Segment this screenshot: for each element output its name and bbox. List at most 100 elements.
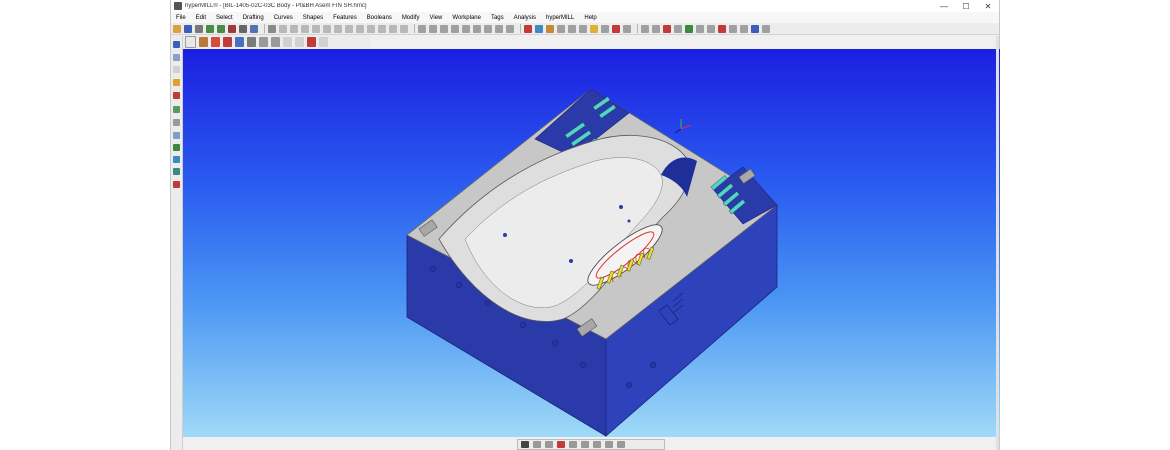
fillet-icon[interactable] [295, 36, 304, 47]
tool-icon[interactable] [612, 24, 620, 33]
circle-icon[interactable] [301, 24, 309, 33]
tool-icon[interactable] [568, 24, 576, 33]
menu-workplane[interactable]: Workplane [447, 15, 486, 21]
tool-icon[interactable] [451, 24, 459, 33]
curve-icon[interactable] [312, 24, 320, 33]
menu-curves[interactable]: Curves [269, 15, 298, 21]
color-tool-icon[interactable] [173, 79, 180, 86]
pan-icon[interactable] [268, 24, 276, 33]
menu-tags[interactable]: Tags [486, 15, 509, 21]
tool-icon[interactable] [729, 24, 737, 33]
shade-icon[interactable] [334, 24, 342, 33]
save-icon[interactable] [184, 24, 192, 33]
tool-icon[interactable] [623, 24, 631, 33]
section-view-icon[interactable] [545, 441, 553, 448]
menu-view[interactable]: View [424, 15, 447, 21]
tool-icon[interactable] [601, 24, 609, 33]
document-icon[interactable] [185, 35, 196, 48]
redo-icon[interactable] [217, 24, 225, 33]
zoom-view-icon[interactable] [605, 441, 613, 448]
folder-icon[interactable] [211, 36, 220, 47]
tool-icon[interactable] [663, 24, 671, 33]
wire-view-icon[interactable] [533, 441, 541, 448]
tool-icon[interactable] [557, 24, 565, 33]
select-tool-icon[interactable] [173, 41, 180, 48]
rotate-icon[interactable] [250, 24, 258, 33]
tool-icon[interactable] [751, 24, 759, 33]
grid-tool-icon[interactable] [173, 66, 180, 73]
wireframe-icon[interactable] [345, 24, 353, 33]
menu-modify[interactable]: Modify [397, 15, 425, 21]
tool-icon[interactable] [707, 24, 715, 33]
tool-icon[interactable] [429, 24, 437, 33]
fit-view-icon[interactable] [617, 441, 625, 448]
menu-booleans[interactable]: Booleans [362, 15, 397, 21]
shaded-view-icon[interactable] [521, 441, 529, 448]
line-icon[interactable] [279, 24, 287, 33]
tool-icon[interactable] [462, 24, 470, 33]
minimize-button[interactable]: — [933, 2, 955, 11]
tool-icon[interactable] [641, 24, 649, 33]
tool-icon[interactable] [674, 24, 682, 33]
check-tool-icon[interactable] [173, 144, 180, 151]
layer-tool-icon[interactable] [173, 106, 180, 113]
tool-icon[interactable] [762, 24, 770, 33]
3d-viewport[interactable] [183, 49, 1000, 437]
menu-select[interactable]: Select [211, 15, 238, 21]
solid-icon[interactable] [307, 36, 316, 47]
shape-icon[interactable] [223, 36, 232, 47]
tool-icon[interactable] [440, 24, 448, 33]
tool-icon[interactable] [652, 24, 660, 33]
menu-hypermill[interactable]: hyperMILL [541, 15, 579, 21]
point-view-icon[interactable] [581, 441, 589, 448]
filter-tool-icon[interactable] [173, 119, 180, 126]
scale-icon[interactable] [271, 36, 280, 47]
tool-icon[interactable] [484, 24, 492, 33]
menu-help[interactable]: Help [579, 15, 601, 21]
print-icon[interactable] [195, 24, 203, 33]
book-icon[interactable] [199, 36, 208, 47]
cube-icon[interactable] [235, 36, 244, 47]
menu-edit[interactable]: Edit [191, 15, 211, 21]
wrench-icon[interactable] [259, 36, 268, 47]
undo-icon[interactable] [206, 24, 214, 33]
settings-icon[interactable] [400, 24, 408, 33]
view-tool-icon[interactable] [173, 54, 180, 61]
tool-icon[interactable] [495, 24, 503, 33]
zoom-icon[interactable] [239, 24, 247, 33]
select-icon[interactable] [228, 24, 236, 33]
grid-icon[interactable] [319, 36, 328, 47]
tool-icon[interactable] [506, 24, 514, 33]
transform-icon[interactable] [247, 36, 256, 47]
tool-icon[interactable] [740, 24, 748, 33]
info-tool-icon[interactable] [173, 156, 180, 163]
layer-icon[interactable] [356, 24, 364, 33]
menu-features[interactable]: Features [328, 15, 362, 21]
cancel-tool-icon[interactable] [173, 181, 180, 188]
tool-icon[interactable] [696, 24, 704, 33]
arc-tool-icon[interactable] [283, 36, 292, 47]
tool-icon[interactable] [524, 24, 532, 33]
check-icon[interactable] [389, 24, 397, 33]
arc-icon[interactable] [290, 24, 298, 33]
delete-icon[interactable] [378, 24, 386, 33]
menu-file[interactable]: File [171, 15, 191, 21]
snap-tool-icon[interactable] [173, 132, 180, 139]
tool-icon[interactable] [546, 24, 554, 33]
pen-view-icon[interactable] [569, 441, 577, 448]
tool-icon[interactable] [535, 24, 543, 33]
tool-icon[interactable] [685, 24, 693, 33]
tool-icon[interactable] [473, 24, 481, 33]
menu-drafting[interactable]: Drafting [238, 15, 269, 21]
open-icon[interactable] [173, 24, 181, 33]
tool-icon[interactable] [590, 24, 598, 33]
tool-icon[interactable] [718, 24, 726, 33]
tool-icon[interactable] [418, 24, 426, 33]
measure-view-icon[interactable] [557, 441, 565, 448]
menu-analysis[interactable]: Analysis [509, 15, 541, 21]
close-button[interactable]: ✕ [977, 2, 999, 11]
menu-shapes[interactable]: Shapes [298, 15, 328, 21]
measure-icon[interactable] [323, 24, 331, 33]
tool-icon[interactable] [579, 24, 587, 33]
grid-view-icon[interactable] [593, 441, 601, 448]
